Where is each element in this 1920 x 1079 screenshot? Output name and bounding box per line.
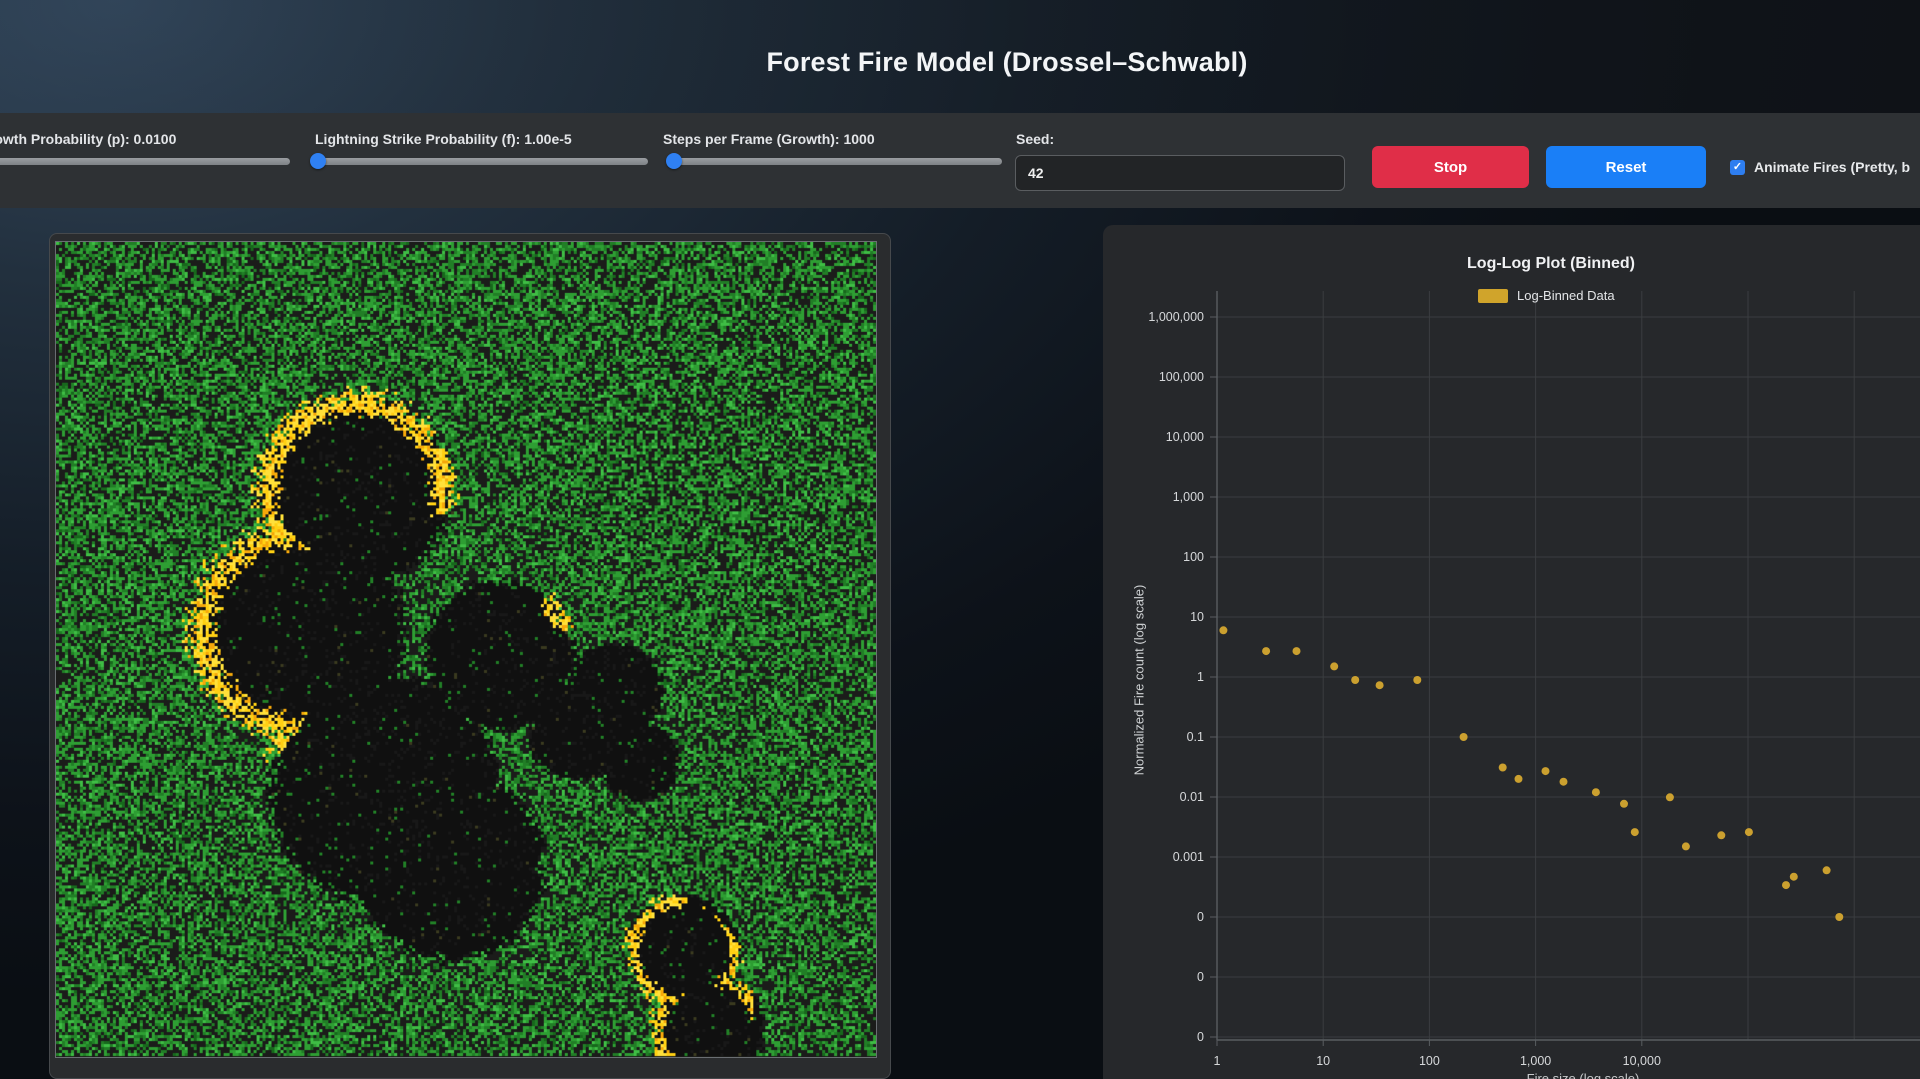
page-title: Forest Fire Model (Drossel–Schwabl)	[766, 47, 1248, 77]
data-point	[1219, 626, 1228, 635]
x-tick-label: 10	[1316, 1054, 1330, 1068]
legend-label: Log-Binned Data	[1517, 288, 1615, 303]
lightning-probability-slider[interactable]	[310, 153, 648, 169]
x-tick-label: 1	[1214, 1054, 1221, 1068]
legend-swatch	[1478, 288, 1508, 303]
growth-probability-slider[interactable]	[0, 158, 290, 165]
loglog-plot: 1,000,000100,00010,0001,0001001010.10.01…	[1148, 291, 1920, 1079]
chart-title: Log-Log Plot (Binned)	[1467, 255, 1635, 272]
y-tick-label: 1,000,000	[1148, 310, 1204, 324]
y-tick-label: 1,000	[1173, 490, 1204, 504]
data-point	[1514, 774, 1523, 783]
data-point	[1681, 842, 1690, 851]
y-tick-label: 10	[1190, 610, 1204, 624]
stop-button[interactable]: Stop	[1372, 146, 1529, 188]
seed-input[interactable]	[1015, 155, 1345, 191]
y-axis-title: Normalized Fire count (log scale)	[1131, 584, 1147, 776]
chart-legend[interactable]: Log-Binned Data	[1478, 288, 1615, 303]
data-point	[1835, 913, 1844, 921]
y-tick-label: 100,000	[1159, 370, 1204, 384]
data-point	[1292, 647, 1301, 656]
checkmark-icon: ✓	[1732, 161, 1743, 173]
data-point	[1330, 662, 1339, 671]
data-point	[1630, 828, 1639, 837]
data-point	[1591, 788, 1600, 797]
lightning-probability-label: Lightning Strike Probability (f): 1.00e-…	[315, 131, 572, 147]
y-tick-label: 0.1	[1187, 730, 1204, 744]
animate-fires-checkbox[interactable]: ✓	[1730, 160, 1745, 175]
data-point	[1744, 828, 1753, 837]
data-point	[1375, 681, 1384, 690]
data-point	[1498, 763, 1507, 772]
data-point	[1822, 866, 1831, 875]
y-tick-label: 0.001	[1173, 850, 1204, 864]
chart-panel: 1,000,000 100,000 10,000 1,000 100 10 1 0.1 0.01…	[1103, 225, 1920, 1079]
y-tick-label: 0	[1197, 1030, 1204, 1044]
steps-per-frame-label: Steps per Frame (Growth): 1000	[663, 131, 875, 147]
reset-button[interactable]: Reset	[1546, 146, 1706, 188]
growth-probability-label: Growth Probability (p): 0.0100	[0, 131, 177, 147]
data-point	[1789, 872, 1798, 881]
y-tick-label: 0	[1197, 910, 1204, 924]
y-tick-label: 0	[1197, 970, 1204, 984]
steps-per-frame-slider[interactable]	[666, 153, 1002, 169]
x-axis-label: Fire size (log scale)	[1527, 1071, 1640, 1079]
x-tick-label: 10,000	[1623, 1054, 1661, 1068]
x-tick-label: 1,000	[1520, 1054, 1551, 1068]
x-tick-label: 100	[1419, 1054, 1440, 1068]
forest-grid-canvas	[55, 241, 877, 1058]
y-tick-label: 1	[1197, 670, 1204, 684]
slider-thumb[interactable]	[310, 153, 326, 169]
data-point	[1559, 777, 1568, 786]
animate-fires-label: Animate Fires (Pretty, b	[1754, 159, 1911, 175]
data-point	[1620, 799, 1628, 808]
page-header: Forest Fire Model (Drossel–Schwabl)	[0, 0, 1920, 113]
y-tick-label: 10,000	[1166, 430, 1204, 444]
data-point	[1459, 733, 1468, 741]
data-point	[1782, 881, 1790, 890]
data-point	[1351, 676, 1360, 684]
y-tick-label: 0.01	[1180, 790, 1204, 804]
data-point	[1717, 831, 1726, 840]
slider-thumb[interactable]	[666, 153, 682, 169]
y-tick-label: 100	[1183, 550, 1204, 564]
data-point	[1413, 676, 1422, 684]
seed-label: Seed:	[1016, 131, 1055, 147]
controls-toolbar: Growth Probability (p): 0.0100 Lightning…	[0, 113, 1920, 208]
data-point	[1262, 647, 1271, 656]
data-point	[1541, 767, 1550, 776]
data-point	[1665, 793, 1674, 802]
